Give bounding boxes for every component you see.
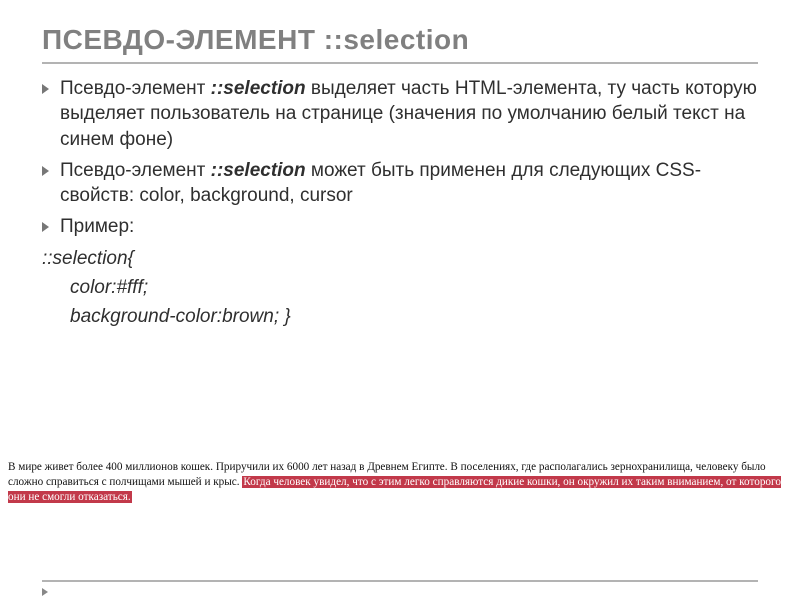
bullet-3: Пример: (42, 214, 758, 239)
example-paragraph: В мире живет более 400 миллионов кошек. … (0, 460, 800, 505)
bullet-2-text-a: Псевдо-элемент (60, 160, 211, 181)
code-line-2: color:#fff; (42, 275, 758, 300)
bullet-1-text-a: Псевдо-элемент (60, 78, 211, 99)
bullet-1: Псевдо-элемент ::selection выделяет част… (42, 76, 758, 152)
code-line-1: ::selection{ (42, 246, 758, 271)
bullet-1-selector: ::selection (211, 78, 306, 99)
footer-arrow-icon (42, 588, 48, 596)
bullet-2: Псевдо-элемент ::selection может быть пр… (42, 158, 758, 209)
slide-title: ПСЕВДО-ЭЛЕМЕНТ ::selection (42, 24, 758, 64)
footer-divider (42, 580, 758, 582)
slide: ПСЕВДО-ЭЛЕМЕНТ ::selection Псевдо-элемен… (0, 0, 800, 329)
title-selector: ::selection (324, 24, 470, 55)
code-line-3: background-color:brown; } (42, 304, 758, 329)
bullet-3-text: Пример: (60, 216, 134, 237)
body-text: Псевдо-элемент ::selection выделяет част… (42, 76, 758, 329)
bullet-2-selector: ::selection (211, 160, 306, 181)
title-text: ПСЕВДО-ЭЛЕМЕНТ (42, 24, 324, 55)
